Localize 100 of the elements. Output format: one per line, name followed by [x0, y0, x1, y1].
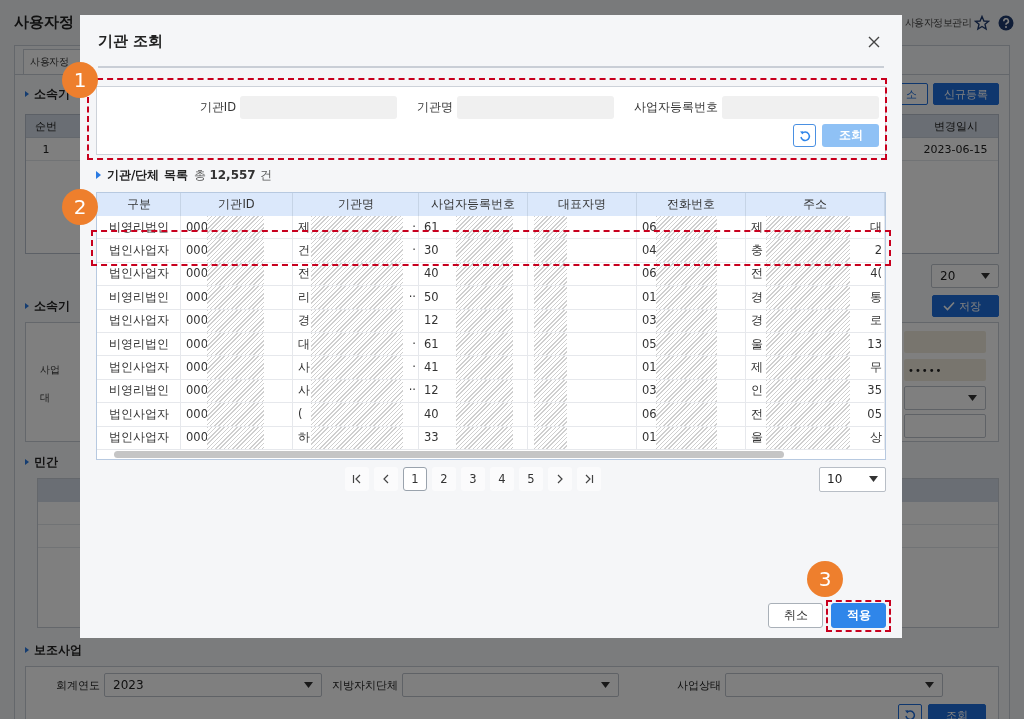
table-cell-text: 충: [750, 243, 764, 259]
table-cell: 법인사업자: [97, 403, 181, 427]
input-field[interactable]: [904, 414, 986, 438]
caret-icon: [869, 476, 878, 482]
table-cell-text: 01: [641, 360, 656, 376]
table-cell-text: 000: [185, 430, 207, 446]
field-label: 사업자등록번호: [634, 100, 718, 115]
table-cell-text: 4(: [869, 266, 883, 282]
table-cell-text: 상: [869, 430, 883, 446]
redaction-mask: [207, 426, 264, 449]
table-cell-text: 03: [641, 313, 656, 329]
table-cell: 법인사업자: [97, 262, 181, 287]
redaction-mask: [456, 403, 513, 426]
section-heading: 보조사업: [25, 641, 82, 659]
page-size-select[interactable]: 10: [819, 466, 886, 492]
redaction-mask: [656, 216, 717, 239]
dropdown[interactable]: [725, 673, 943, 697]
close-icon: [868, 35, 880, 48]
table-cell-text: ·: [411, 336, 417, 352]
redaction-mask: [207, 379, 264, 403]
field-label: 사업: [39, 363, 60, 377]
dropdown[interactable]: [402, 673, 619, 697]
dropdown[interactable]: 2023: [104, 673, 322, 697]
redaction-mask: [456, 356, 513, 379]
table-cell-text: 인: [750, 383, 764, 399]
table-cell-text: 사: [297, 383, 311, 399]
redaction-mask: [207, 309, 264, 332]
first-page-button[interactable]: [345, 467, 369, 491]
page-button[interactable]: 2: [432, 467, 456, 491]
redaction-mask: [456, 216, 513, 239]
register-button[interactable]: 신규등록: [933, 83, 999, 105]
section-heading: 소속기: [25, 297, 70, 315]
table-cell: 2023-06-15: [913, 138, 998, 161]
redaction-mask: [456, 239, 513, 262]
table-cell-text: 000: [185, 243, 207, 259]
table-cell-text: 제: [750, 360, 764, 376]
table-cell-text: 사: [297, 360, 311, 376]
save-button[interactable]: 저장: [932, 295, 999, 317]
star-icon[interactable]: [974, 14, 990, 31]
last-page-button[interactable]: [577, 467, 601, 491]
table-cell-text: 35: [866, 383, 883, 399]
table-cell: 비영리법인: [97, 216, 181, 240]
column-header: 변경일시: [913, 115, 998, 138]
table-cell: 법인사업자: [97, 426, 181, 450]
redaction-mask: [534, 332, 567, 356]
help-icon[interactable]: [998, 14, 1014, 31]
refresh-button[interactable]: [793, 124, 816, 147]
table-cell-text: 통: [869, 289, 883, 305]
table-cell-text: 05: [641, 336, 656, 352]
next-page-button[interactable]: [548, 467, 572, 491]
dialog-title: 기관 조회: [98, 32, 165, 51]
redaction-mask: [656, 309, 717, 332]
table-cell-text: 03: [641, 383, 656, 399]
table-cell-text: 13: [866, 336, 883, 352]
page-button[interactable]: 3: [461, 467, 485, 491]
table-cell-text: 울: [750, 430, 764, 446]
table-cell-text: 하: [297, 430, 311, 446]
redaction-mask: [207, 332, 264, 356]
first-page-icon: [352, 474, 362, 484]
breadcrumb: 사용자정보관리: [904, 15, 971, 30]
redaction-mask: [456, 286, 513, 309]
refresh-icon: [798, 129, 811, 142]
redaction-mask: [656, 356, 717, 379]
table-cell-text: 경: [297, 313, 311, 329]
page-button[interactable]: 1: [403, 467, 427, 491]
caret-icon: [981, 273, 990, 279]
table-cell-text: 01: [641, 430, 656, 446]
section-heading: 기관/단체 목록: [107, 166, 188, 184]
table-cell-text: ·: [411, 243, 417, 259]
page-button[interactable]: 4: [490, 467, 514, 491]
caret-icon: [601, 682, 610, 688]
field-label: 회계연도: [56, 677, 100, 693]
cancel-button[interactable]: 취소: [768, 603, 823, 628]
table-cell-text: 12: [423, 313, 440, 329]
table-cell: 법인사업자: [97, 356, 181, 380]
page-size-select[interactable]: 20: [931, 264, 999, 288]
next-page-icon: [555, 474, 565, 484]
apply-button[interactable]: 적용: [831, 603, 886, 628]
table-cell-text: 05: [866, 406, 883, 422]
table-cell-text: 12: [423, 383, 440, 399]
table-cell-text: ·: [411, 219, 417, 235]
table-cell-text: 40: [423, 406, 440, 422]
previous-page-button[interactable]: [374, 467, 398, 491]
dropdown[interactable]: [904, 386, 986, 410]
masked-field: •••••: [904, 359, 986, 381]
table-cell-text: 000: [185, 313, 207, 329]
page-button[interactable]: 5: [519, 467, 543, 491]
previous-page-icon: [381, 474, 391, 484]
table-cell-text: 대: [297, 336, 311, 352]
table-cell-text: 40: [423, 266, 440, 282]
table-cell-text: 전: [750, 406, 764, 422]
field-label: 기관ID: [199, 100, 236, 115]
redaction-mask: [656, 286, 717, 309]
table-cell-text: 무: [869, 360, 883, 376]
table-cell-text: 000: [185, 406, 207, 422]
table-cell-text: ··: [407, 383, 417, 399]
scrollbar[interactable]: [114, 451, 784, 458]
table-cell-text: 01: [641, 289, 656, 305]
table-cell-text: 건: [297, 243, 311, 259]
redaction-mask: [456, 426, 513, 449]
